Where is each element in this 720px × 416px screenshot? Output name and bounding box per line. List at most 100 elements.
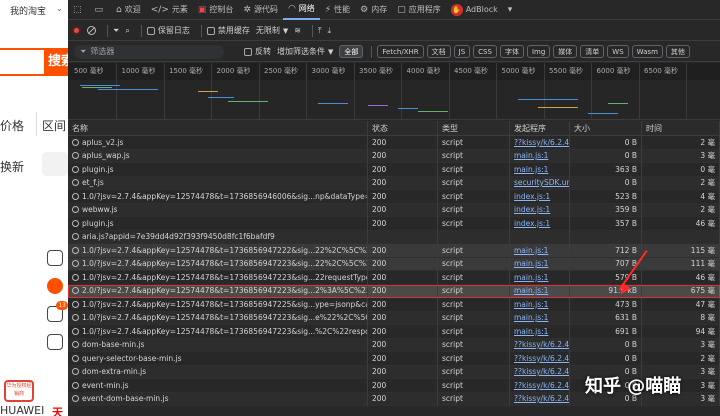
tab-application[interactable]: ▢ 应用程序 xyxy=(392,0,446,20)
import-har-button[interactable]: ⤒ xyxy=(318,26,322,36)
request-row[interactable]: plugin.js 200 script index.js:1 357 B 46 毫 xyxy=(68,216,720,231)
device-mode[interactable]: ▭ xyxy=(90,0,112,20)
network-conditions-button[interactable]: ≋ xyxy=(294,26,301,35)
request-row[interactable]: 1.0/?jsv=2.7.4&appKey=12574478&t=1736856… xyxy=(68,324,720,339)
type-filter-wasm[interactable]: Wasm xyxy=(631,45,663,58)
request-row[interactable]: et_f.js 200scriptsecuritySDK.umd0 B2 毫 xyxy=(68,176,720,190)
column-time[interactable]: 时间 xyxy=(642,120,720,136)
clear-button[interactable] xyxy=(87,26,96,35)
preserve-log-checkbox[interactable]: 保留日志 xyxy=(146,25,190,36)
record-button[interactable] xyxy=(72,26,81,35)
request-name: 2.0/?jsv=2.7.4&appKey=12574478&t=1736856… xyxy=(68,284,368,298)
more-tabs-button[interactable]: ▾ xyxy=(503,0,521,20)
tab-welcome[interactable]: ⌂ 欢迎 xyxy=(111,0,146,20)
column-name[interactable]: 名称 xyxy=(68,120,368,136)
request-initiator[interactable]: ??kissy/k/6.2.4/s xyxy=(510,351,570,365)
column-type[interactable]: 类型 xyxy=(438,120,510,136)
column-size[interactable]: 大小 xyxy=(570,120,642,136)
request-initiator[interactable]: main.js:1 xyxy=(510,257,570,271)
filter-input[interactable]: ⏷ 筛选器 xyxy=(74,44,224,59)
request-status xyxy=(368,230,438,244)
tab-adblock[interactable]: ✋ AdBlock xyxy=(446,0,503,20)
request-row[interactable]: 1.0/?jsv=2.7.4&appKey=12574478&t=1736856… xyxy=(68,297,720,312)
request-row[interactable]: webww.js 200 script index.js:1 359 B2 毫 xyxy=(68,203,720,217)
type-filter-fetch[interactable]: Fetch/XHR xyxy=(377,45,424,58)
request-initiator[interactable]: index.js:1 xyxy=(510,203,570,217)
filter-chip[interactable] xyxy=(42,152,68,176)
request-initiator[interactable]: securitySDK.umd xyxy=(510,176,570,190)
column-initiator[interactable]: 发起程序 xyxy=(510,120,570,136)
request-initiator[interactable]: main.js:1 xyxy=(510,243,570,257)
type-filter-font[interactable]: 字体 xyxy=(499,45,524,58)
request-initiator[interactable]: main.js:1 xyxy=(510,311,570,325)
favorite-icon[interactable] xyxy=(47,278,63,294)
throttle-select[interactable]: 无限制 ▼ xyxy=(256,25,288,36)
edit-icon[interactable] xyxy=(47,334,63,350)
request-initiator[interactable]: index.js:1 xyxy=(510,189,570,203)
overview-request-bar xyxy=(608,103,628,104)
type-filter-img[interactable]: Img xyxy=(526,45,551,58)
request-initiator[interactable] xyxy=(510,230,570,244)
request-row[interactable]: 1.0/?jsv=2.7.4&appKey=12574478&t=1736856… xyxy=(68,311,720,325)
request-name: 1.0/?jsv=2.7.4&appKey=12574478&t=1736856… xyxy=(68,311,368,325)
request-initiator[interactable]: ??kissy/k/6.2.4/s xyxy=(510,392,570,406)
invert-checkbox[interactable]: 反转 xyxy=(244,46,271,57)
network-overview[interactable]: 500 毫秒 1000 毫秒 1500 毫秒 2000 毫秒 2500 毫秒 3000 毫… xyxy=(68,63,720,120)
request-time: 46 毫 xyxy=(642,270,720,284)
disable-cache-checkbox[interactable]: 禁用缓存 xyxy=(206,25,250,36)
tab-sources[interactable]: ✲ 源代码 xyxy=(238,0,283,20)
tab-memory[interactable]: ⚙ 内存 xyxy=(355,0,392,20)
more-filters-select[interactable]: 增加筛选条件 ▼ xyxy=(277,46,333,57)
request-row[interactable]: dom-base-min.js 200 script ??kissy/k/6.2.4/… xyxy=(68,338,720,352)
request-name-text: event-min.js xyxy=(82,380,129,390)
request-row[interactable]: aplus_v2.js 200 script ??kissy/k/6.2.4/s 0 B… xyxy=(68,136,720,150)
price-filter-label[interactable]: 价格 xyxy=(0,117,24,134)
switch-new-label[interactable]: 换新 xyxy=(0,158,24,175)
type-filter-ws[interactable]: WS xyxy=(607,45,629,58)
request-initiator[interactable]: main.js:1 xyxy=(510,297,570,311)
request-row[interactable]: 1.0/?jsv=2.7.4&appKey=12574478&t=1736856… xyxy=(68,243,720,258)
request-size: 691 B xyxy=(570,324,642,338)
export-har-button[interactable]: ⤓ xyxy=(328,26,332,36)
request-initiator[interactable]: index.js:1 xyxy=(510,216,570,230)
request-initiator[interactable]: main.js:1 xyxy=(510,324,570,338)
brand-name[interactable]: HUAWEI xyxy=(0,404,44,416)
device-toggle[interactable]: ⬚ xyxy=(68,0,90,20)
request-initiator[interactable]: main.js:1 xyxy=(510,162,570,176)
request-initiator[interactable]: main.js:1 xyxy=(510,149,570,163)
request-row[interactable]: aria.js?appid=7e39dd4d92f393f9450d8fc1f6… xyxy=(68,230,720,244)
my-taobao-link[interactable]: 我的淘宝 xyxy=(10,4,46,17)
request-name-text: plugin.js xyxy=(82,218,114,228)
type-filter-manifest[interactable]: 清单 xyxy=(580,45,605,58)
request-initiator[interactable]: main.js:1 xyxy=(510,270,570,284)
type-filter-js[interactable]: JS xyxy=(453,45,471,58)
message-icon[interactable] xyxy=(47,250,63,266)
tab-performance[interactable]: ⚡ 性能 xyxy=(320,0,355,20)
overview-tick-label: 2500 毫秒 xyxy=(264,67,299,75)
request-initiator[interactable]: ??kissy/k/6.2.4/s xyxy=(510,378,570,392)
type-filter-doc[interactable]: 文档 xyxy=(426,45,451,58)
overview-selection[interactable] xyxy=(68,80,720,120)
request-row[interactable]: plugin.js 200 script main.js:1 363 B0 毫 xyxy=(68,162,720,177)
type-filter-css[interactable]: CSS xyxy=(473,45,497,58)
request-row[interactable]: aplus_wap.js 200 script main.js:1 0 B3 毫 xyxy=(68,149,720,163)
district-filter-label[interactable]: 区间 xyxy=(42,117,66,134)
tab-network[interactable]: ◠ 网络 xyxy=(282,0,320,20)
cart-icon[interactable]: 13 xyxy=(47,301,68,322)
column-status[interactable]: 状态 xyxy=(368,120,438,136)
request-row[interactable]: 1.0/?jsv=2.7.4&appKey=12574478&t=1736856… xyxy=(68,257,720,271)
search-button[interactable]: ⌕ xyxy=(125,26,129,36)
search-button[interactable]: 搜索 xyxy=(44,48,68,76)
type-filter-other[interactable]: 其他 xyxy=(665,45,690,58)
request-initiator[interactable]: ??kissy/k/6.2.4/s xyxy=(510,136,570,149)
type-filter-all[interactable]: 全部 xyxy=(339,45,364,58)
request-row[interactable]: 1.0/?jsv=2.7.4&appKey=12574478&t=1736856… xyxy=(68,189,720,204)
request-initiator[interactable]: ??kissy/k/6.2.4/s xyxy=(510,365,570,379)
type-filter-media[interactable]: 媒体 xyxy=(553,45,578,58)
request-initiator[interactable]: ??kissy/k/6.2.4/s xyxy=(510,338,570,352)
filter-toggle[interactable]: ⏷ xyxy=(113,26,119,36)
request-row[interactable]: query-selector-base-min.js 200 script ??kis… xyxy=(68,351,720,366)
request-initiator[interactable]: main.js:1 xyxy=(510,284,570,298)
tab-elements[interactable]: </> 元素 xyxy=(146,0,193,20)
tab-console[interactable]: ▣ 控制台 xyxy=(193,0,239,20)
